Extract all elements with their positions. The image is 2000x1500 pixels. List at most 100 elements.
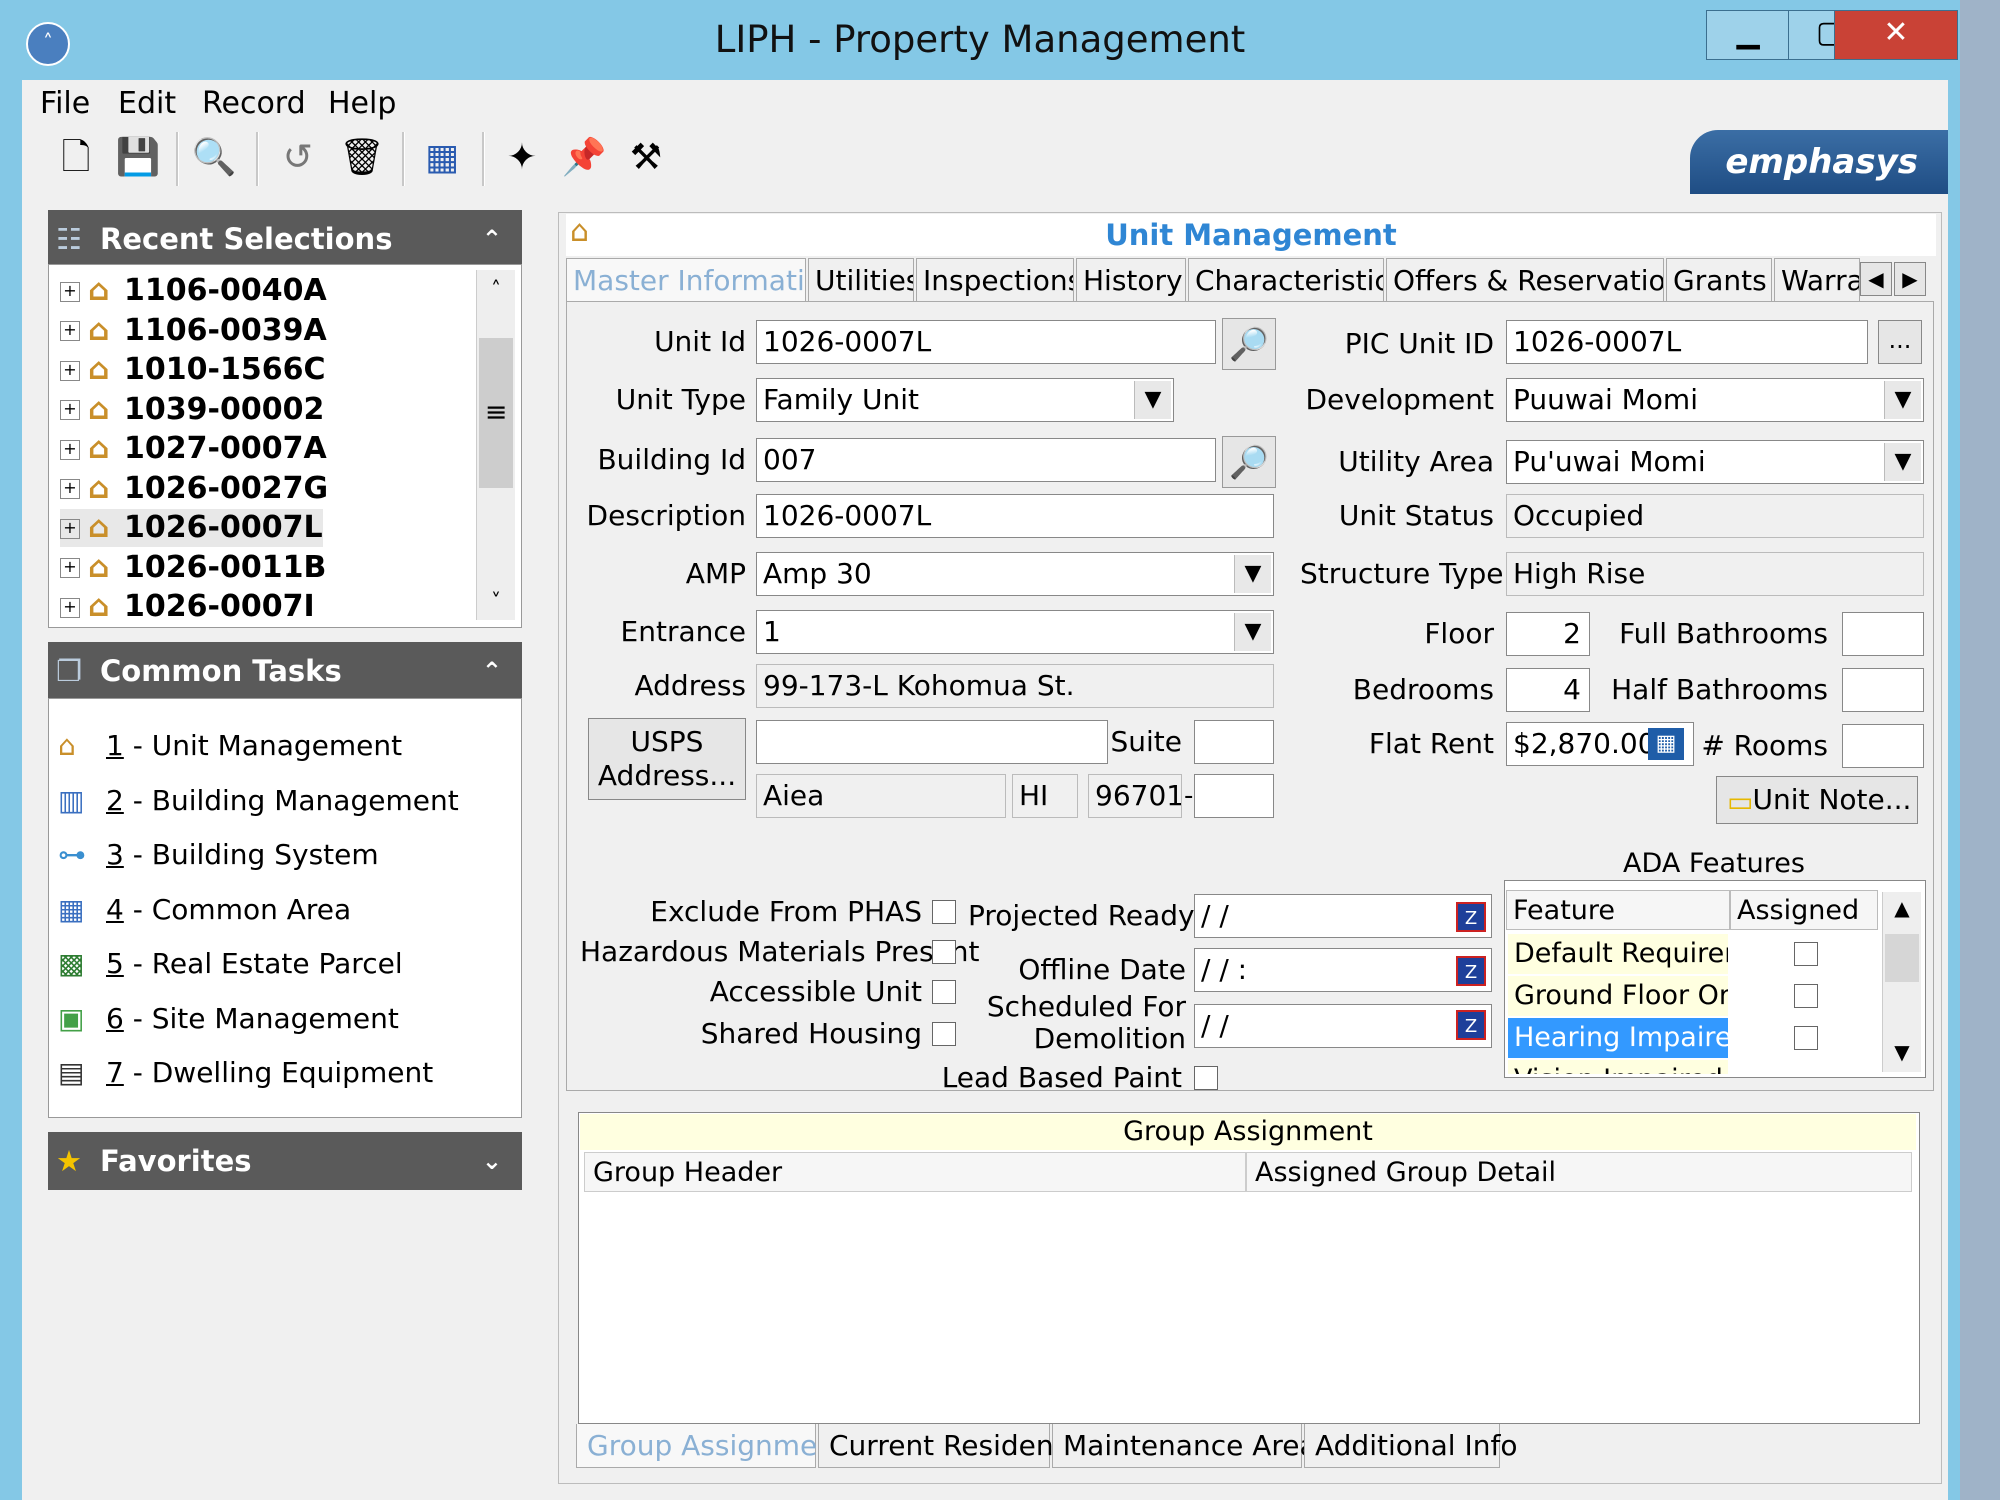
tab-grants[interactable]: Grants: [1666, 258, 1772, 302]
tab-history[interactable]: History: [1076, 258, 1186, 302]
scheduled-demolition-field[interactable]: / /: [1194, 1004, 1492, 1048]
save-icon[interactable]: 💾: [114, 130, 162, 186]
usps-address-button[interactable]: USPS Address...: [588, 718, 746, 800]
calculator-icon[interactable]: ▦: [1648, 728, 1684, 760]
ada-header-feature[interactable]: Feature: [1506, 890, 1730, 930]
zip-field[interactable]: 96701: [1088, 774, 1182, 818]
recent-item[interactable]: + ⌂ 1010-1566C: [60, 351, 325, 389]
collapse-chevron-icon[interactable]: ⌃: [482, 210, 502, 268]
expand-icon[interactable]: +: [60, 400, 80, 420]
tab-scroll-right-icon[interactable]: ▶: [1894, 262, 1926, 296]
amp-select[interactable]: Amp 30 ▼: [756, 552, 1274, 596]
delete-icon[interactable]: 🗑: [338, 130, 386, 186]
recent-item[interactable]: + ⌂ 1026-0027G: [60, 470, 328, 508]
calendar-icon[interactable]: Z: [1456, 956, 1486, 986]
zip4-field[interactable]: [1194, 774, 1274, 818]
ada-assigned-checkbox[interactable]: [1794, 984, 1818, 1008]
dropdown-arrow-icon[interactable]: ▼: [1134, 381, 1171, 419]
address2-field[interactable]: [756, 720, 1108, 764]
recent-scrollbar[interactable]: ˄ ≡ ˅: [476, 270, 515, 620]
expand-icon[interactable]: +: [60, 597, 80, 618]
recent-selections-header[interactable]: ☷ Recent Selections ⌃: [48, 210, 522, 268]
accessible-checkbox[interactable]: [932, 980, 956, 1004]
entrance-select[interactable]: 1 ▼: [756, 610, 1274, 654]
full-bathrooms-field[interactable]: [1842, 612, 1924, 656]
unit-status-field[interactable]: Occupied: [1506, 494, 1924, 538]
recent-item[interactable]: + ⌂ 1106-0040A: [60, 272, 327, 310]
description-field[interactable]: 1026-0007L: [756, 494, 1274, 538]
wizard-icon[interactable]: ✦: [498, 130, 546, 186]
building-lookup-icon[interactable]: 🔎: [1222, 436, 1276, 488]
state-field[interactable]: HI: [1012, 774, 1078, 818]
bottom-tab-current-residents[interactable]: Current Residents: [818, 1424, 1079, 1468]
ada-feature-cell[interactable]: Default Requireme: [1508, 934, 1728, 974]
expand-icon[interactable]: +: [60, 558, 80, 578]
ada-feature-cell[interactable]: Hearing Impaired: [1508, 1018, 1728, 1058]
unit-id-field[interactable]: 1026-0007L: [756, 320, 1216, 364]
tab-utilities[interactable]: Utilities: [808, 258, 914, 302]
tab-offers-reservations[interactable]: Offers & Reservations: [1386, 258, 1664, 302]
common-task-item[interactable]: ⌂ 1 - Unit Management: [58, 726, 402, 766]
close-button[interactable]: ✕: [1834, 10, 1958, 60]
tab-characteristics[interactable]: Characteristics: [1188, 258, 1384, 302]
menu-edit[interactable]: Edit: [118, 86, 176, 121]
dropdown-arrow-icon[interactable]: ▼: [1234, 613, 1271, 651]
scroll-up-icon[interactable]: ▲: [1883, 892, 1921, 924]
tab-warranty[interactable]: Warra: [1774, 258, 1860, 302]
group-header-column[interactable]: Group Header: [584, 1152, 1246, 1192]
offline-date-field[interactable]: / / :: [1194, 948, 1492, 992]
utility-area-select[interactable]: Pu'uwai Momi ▼: [1506, 440, 1924, 484]
expand-icon[interactable]: +: [60, 518, 80, 539]
expand-icon[interactable]: +: [60, 321, 80, 341]
scroll-thumb[interactable]: [1885, 934, 1919, 982]
scroll-up-icon[interactable]: ˄: [477, 270, 515, 308]
common-task-item[interactable]: ⊶ 3 - Building System: [58, 835, 379, 875]
address-field[interactable]: 99-173-L Kohomua St.: [756, 664, 1274, 708]
bottom-tab-group-assignment[interactable]: Group Assignment: [576, 1424, 846, 1468]
ada-header-assigned[interactable]: Assigned: [1730, 890, 1878, 930]
menu-help[interactable]: Help: [328, 86, 396, 121]
dropdown-arrow-icon[interactable]: ▼: [1884, 381, 1921, 419]
tab-inspections[interactable]: Inspections: [916, 258, 1074, 302]
search-icon[interactable]: 🔍: [190, 130, 238, 186]
ada-scrollbar[interactable]: ▲ ▼: [1882, 892, 1921, 1072]
pin-icon[interactable]: 📌: [560, 130, 608, 186]
suite-field[interactable]: [1194, 720, 1274, 764]
ada-feature-cell[interactable]: Ground Floor Only: [1508, 976, 1728, 1016]
shared-housing-checkbox[interactable]: [932, 1022, 956, 1046]
recent-item[interactable]: + ⌂ 1027-0007A: [60, 430, 327, 468]
projected-ready-field[interactable]: / /: [1194, 894, 1492, 938]
new-icon[interactable]: 🗋: [52, 130, 100, 186]
dropdown-arrow-icon[interactable]: ▼: [1234, 555, 1271, 593]
scroll-down-icon[interactable]: ˅: [477, 582, 515, 620]
bottom-tab-maintenance-areas[interactable]: Maintenance Areas: [1052, 1424, 1331, 1468]
assigned-group-detail-column[interactable]: Assigned Group Detail: [1246, 1152, 1912, 1192]
unit-type-select[interactable]: Family Unit ▼: [756, 378, 1174, 422]
floor-field[interactable]: 2: [1506, 612, 1590, 656]
bottom-tab-additional-info[interactable]: Additional Info: [1304, 1424, 1517, 1468]
bedrooms-field[interactable]: 4: [1506, 668, 1590, 712]
rooms-field[interactable]: [1842, 724, 1924, 768]
recent-item[interactable]: + ⌂ 1026-0011B: [60, 549, 326, 587]
expand-icon[interactable]: +: [60, 281, 80, 302]
half-bathrooms-field[interactable]: [1842, 668, 1924, 712]
pic-lookup-button[interactable]: ...: [1878, 320, 1922, 364]
city-field[interactable]: Aiea: [756, 774, 1006, 818]
common-task-item[interactable]: ▤ 7 - Dwelling Equipment: [58, 1053, 433, 1093]
recent-item[interactable]: + ⌂ 1106-0039A: [60, 312, 327, 350]
common-task-item[interactable]: ▥ 2 - Building Management: [58, 781, 459, 821]
recent-item[interactable]: + ⌂ 1039-00002: [60, 391, 324, 429]
expand-icon[interactable]: +: [60, 360, 80, 381]
hazardous-checkbox[interactable]: [932, 940, 956, 964]
recent-item[interactable]: + ⌂ 1026-0007L: [60, 509, 323, 547]
calendar-icon[interactable]: Z: [1456, 1010, 1486, 1040]
menu-record[interactable]: Record: [202, 86, 306, 121]
calendar-icon[interactable]: Z: [1456, 902, 1486, 932]
menu-file[interactable]: File: [40, 86, 90, 121]
favorites-header[interactable]: ★ Favorites ⌄: [48, 1132, 522, 1190]
expand-icon[interactable]: +: [60, 439, 80, 460]
minimize-button[interactable]: ▁: [1706, 10, 1790, 60]
expand-icon[interactable]: +: [60, 479, 80, 499]
undo-icon[interactable]: ↺: [274, 130, 322, 186]
tab-master-information[interactable]: Master Information: [566, 258, 806, 302]
